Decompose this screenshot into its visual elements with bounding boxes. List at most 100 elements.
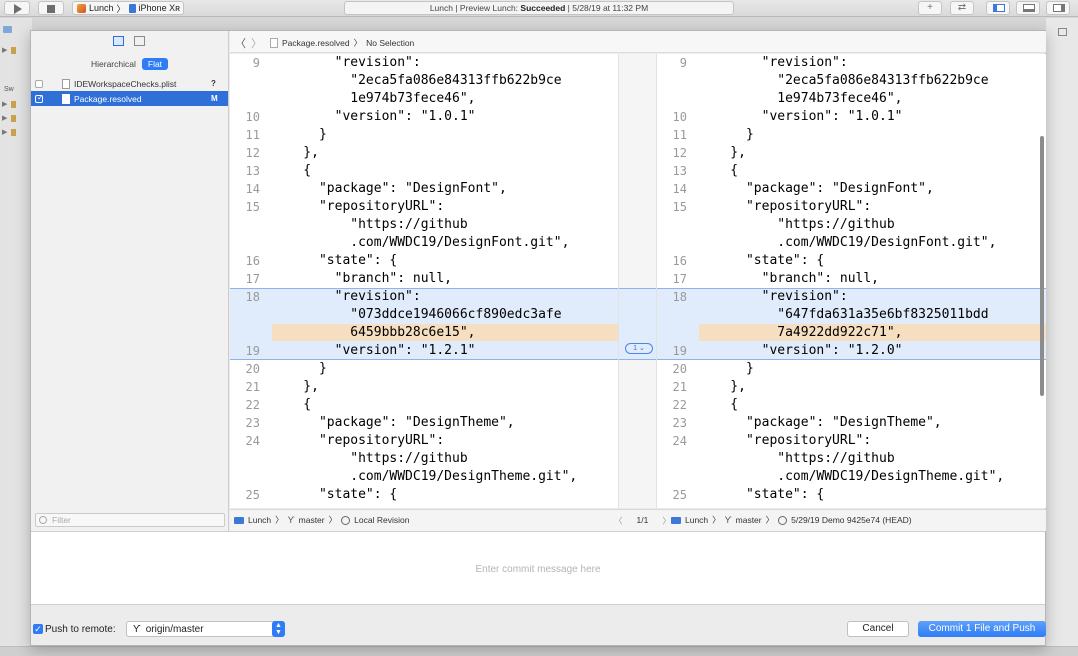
code-line: 9 "revision": bbox=[657, 54, 1046, 72]
code-line: 13 { bbox=[657, 162, 1046, 180]
line-number: 25 bbox=[672, 488, 687, 502]
change-count: 1/1 bbox=[636, 515, 649, 525]
include-checkbox[interactable] bbox=[35, 79, 43, 88]
view-mode-segmented-control: Hierarchical Flat bbox=[85, 58, 169, 70]
breadcrumb-selection[interactable]: No Selection bbox=[366, 38, 414, 48]
file-icon bbox=[11, 115, 16, 122]
line-number: 19 bbox=[245, 344, 260, 358]
debug-pane-icon bbox=[1023, 4, 1035, 12]
checkmark-icon: ✓ bbox=[34, 624, 42, 634]
line-number: 14 bbox=[672, 182, 687, 196]
select-stepper-icon: ▲ ▼ bbox=[272, 621, 285, 637]
diff-gutter: 1 ⌄ bbox=[618, 54, 657, 508]
line-number: 15 bbox=[245, 200, 260, 214]
code-text: } bbox=[272, 361, 327, 376]
library-button[interactable]: + bbox=[918, 1, 942, 15]
checkmark-icon: ✓ bbox=[37, 92, 44, 102]
line-number: 25 bbox=[245, 488, 260, 502]
path-branch[interactable]: master bbox=[299, 515, 325, 525]
code-text: "package": "DesignFont", bbox=[272, 181, 507, 196]
remote-branch-select[interactable]: Ƴ origin/master ▲ ▼ bbox=[126, 621, 285, 637]
code-line: 17 "branch": null, bbox=[230, 270, 618, 288]
path-branch[interactable]: master bbox=[736, 515, 762, 525]
file-status-badge: M bbox=[211, 94, 218, 103]
toggle-inspector-button[interactable] bbox=[1046, 1, 1070, 15]
line-number: 24 bbox=[672, 434, 687, 448]
back-icon[interactable]: 〈 bbox=[235, 35, 246, 51]
stop-button[interactable] bbox=[38, 1, 64, 15]
push-to-remote-checkbox[interactable]: ✓ bbox=[33, 624, 43, 634]
commit-and-push-button[interactable]: Commit 1 File and Push bbox=[918, 621, 1046, 637]
diff-pane-head[interactable]: 9 "revision": "2eca5fa086e84313ffb622b9c… bbox=[657, 54, 1046, 508]
scheme-selector[interactable]: Lunch 〉 iPhone Xʀ bbox=[72, 1, 184, 15]
code-line: 20 } bbox=[230, 360, 618, 378]
change-toggle[interactable]: 1 ⌄ bbox=[625, 343, 653, 354]
file-row-selected[interactable]: ✓ Package.resolved M bbox=[31, 91, 228, 106]
branch-icon: Ƴ bbox=[724, 515, 732, 525]
line-number: 12 bbox=[245, 146, 260, 160]
code-line: .com/WWDC19/DesignFont.git", bbox=[230, 234, 618, 252]
chevron-right-icon: 〉 bbox=[328, 515, 338, 525]
path-revision[interactable]: Local Revision bbox=[354, 515, 409, 525]
mode-flat[interactable]: Flat bbox=[141, 58, 169, 70]
include-checkbox[interactable]: ✓ bbox=[35, 92, 44, 103]
code-line: 23 "package": "DesignTheme", bbox=[657, 414, 1046, 432]
code-line: "2eca5fa086e84313ffb622b9ce bbox=[657, 72, 1046, 90]
path-project[interactable]: Lunch bbox=[248, 515, 271, 525]
app-icon bbox=[77, 3, 86, 13]
code-line: 11 } bbox=[230, 126, 618, 144]
code-text: 1e974b73fece46", bbox=[699, 91, 903, 106]
mode-hierarchical[interactable]: Hierarchical bbox=[85, 58, 142, 70]
code-line: .com/WWDC19/DesignFont.git", bbox=[657, 234, 1046, 252]
code-line: 1e974b73fece46", bbox=[657, 90, 1046, 108]
code-text: "revision": bbox=[699, 55, 848, 70]
code-text: "https://github bbox=[699, 451, 895, 466]
changed-files-sidebar: Hierarchical Flat IDEWorkspaceChecks.pli… bbox=[31, 31, 229, 531]
code-text: 7a4922dd922c71", bbox=[699, 325, 903, 340]
code-review-button[interactable]: ⇄ bbox=[950, 1, 974, 15]
file-row[interactable]: IDEWorkspaceChecks.plist ? bbox=[31, 76, 228, 91]
forward-icon[interactable]: 〉 bbox=[251, 35, 262, 51]
line-number: 11 bbox=[245, 128, 260, 142]
folder-icon[interactable] bbox=[134, 36, 145, 46]
previous-change-icon[interactable]: 〈 bbox=[614, 515, 623, 527]
code-text: "state": { bbox=[699, 253, 825, 268]
code-line: 21 }, bbox=[230, 378, 618, 396]
disclosure-icon: ▶ bbox=[2, 47, 8, 54]
code-line: 18 "revision": bbox=[230, 288, 618, 306]
run-button[interactable] bbox=[4, 1, 30, 15]
code-line: 7a4922dd922c71", bbox=[657, 324, 1046, 342]
line-number: 19 bbox=[672, 344, 687, 358]
path-revision[interactable]: 5/29/19 Demo 9425e74 (HEAD) bbox=[791, 515, 912, 525]
jump-bar: 〈 〉 Package.resolved 〉 No Selection bbox=[230, 31, 1046, 53]
commit-message-field[interactable]: Enter commit message here bbox=[31, 531, 1045, 605]
cancel-button[interactable]: Cancel bbox=[847, 621, 909, 637]
folder-icon bbox=[234, 516, 244, 524]
revision-path-local: Lunch 〉 Ƴ master 〉 Local Revision bbox=[234, 510, 409, 530]
filter-placeholder: Filter bbox=[52, 515, 71, 525]
code-text: }, bbox=[699, 379, 746, 394]
plus-icon: + bbox=[927, 2, 933, 13]
code-text: "revision": bbox=[272, 55, 421, 70]
code-text: }, bbox=[272, 145, 319, 160]
code-text: } bbox=[699, 127, 754, 142]
code-line: 15 "repositoryURL": bbox=[657, 198, 1046, 216]
path-project[interactable]: Lunch bbox=[685, 515, 708, 525]
revision-path-head: Lunch 〉 Ƴ master 〉 5/29/19 Demo 9425e74 … bbox=[671, 510, 912, 530]
code-text: "package": "DesignTheme", bbox=[272, 415, 515, 430]
toggle-navigator-button[interactable] bbox=[986, 1, 1010, 15]
breadcrumb-file[interactable]: Package.resolved bbox=[282, 38, 350, 48]
filter-field[interactable]: Filter bbox=[35, 513, 225, 527]
push-to-remote-label: Push to remote: bbox=[45, 624, 116, 635]
document-icon bbox=[270, 38, 278, 48]
code-text: "repositoryURL": bbox=[272, 433, 445, 448]
changes-icon[interactable] bbox=[113, 36, 124, 46]
toggle-debug-button[interactable] bbox=[1016, 1, 1040, 15]
next-change-icon[interactable]: 〉 bbox=[662, 515, 671, 527]
code-text: "2eca5fa086e84313ffb622b9ce bbox=[272, 73, 562, 88]
code-text: "package": "DesignFont", bbox=[699, 181, 934, 196]
code-line: 24 "repositoryURL": bbox=[657, 432, 1046, 450]
diff-pane-local[interactable]: 9 "revision": "2eca5fa086e84313ffb622b9c… bbox=[230, 54, 618, 508]
project-navigator-background: ▶ Sw ▶ ▶ ▶ bbox=[0, 18, 32, 656]
code-text: "647fda631a35e6bf8325011bdd bbox=[699, 307, 989, 322]
